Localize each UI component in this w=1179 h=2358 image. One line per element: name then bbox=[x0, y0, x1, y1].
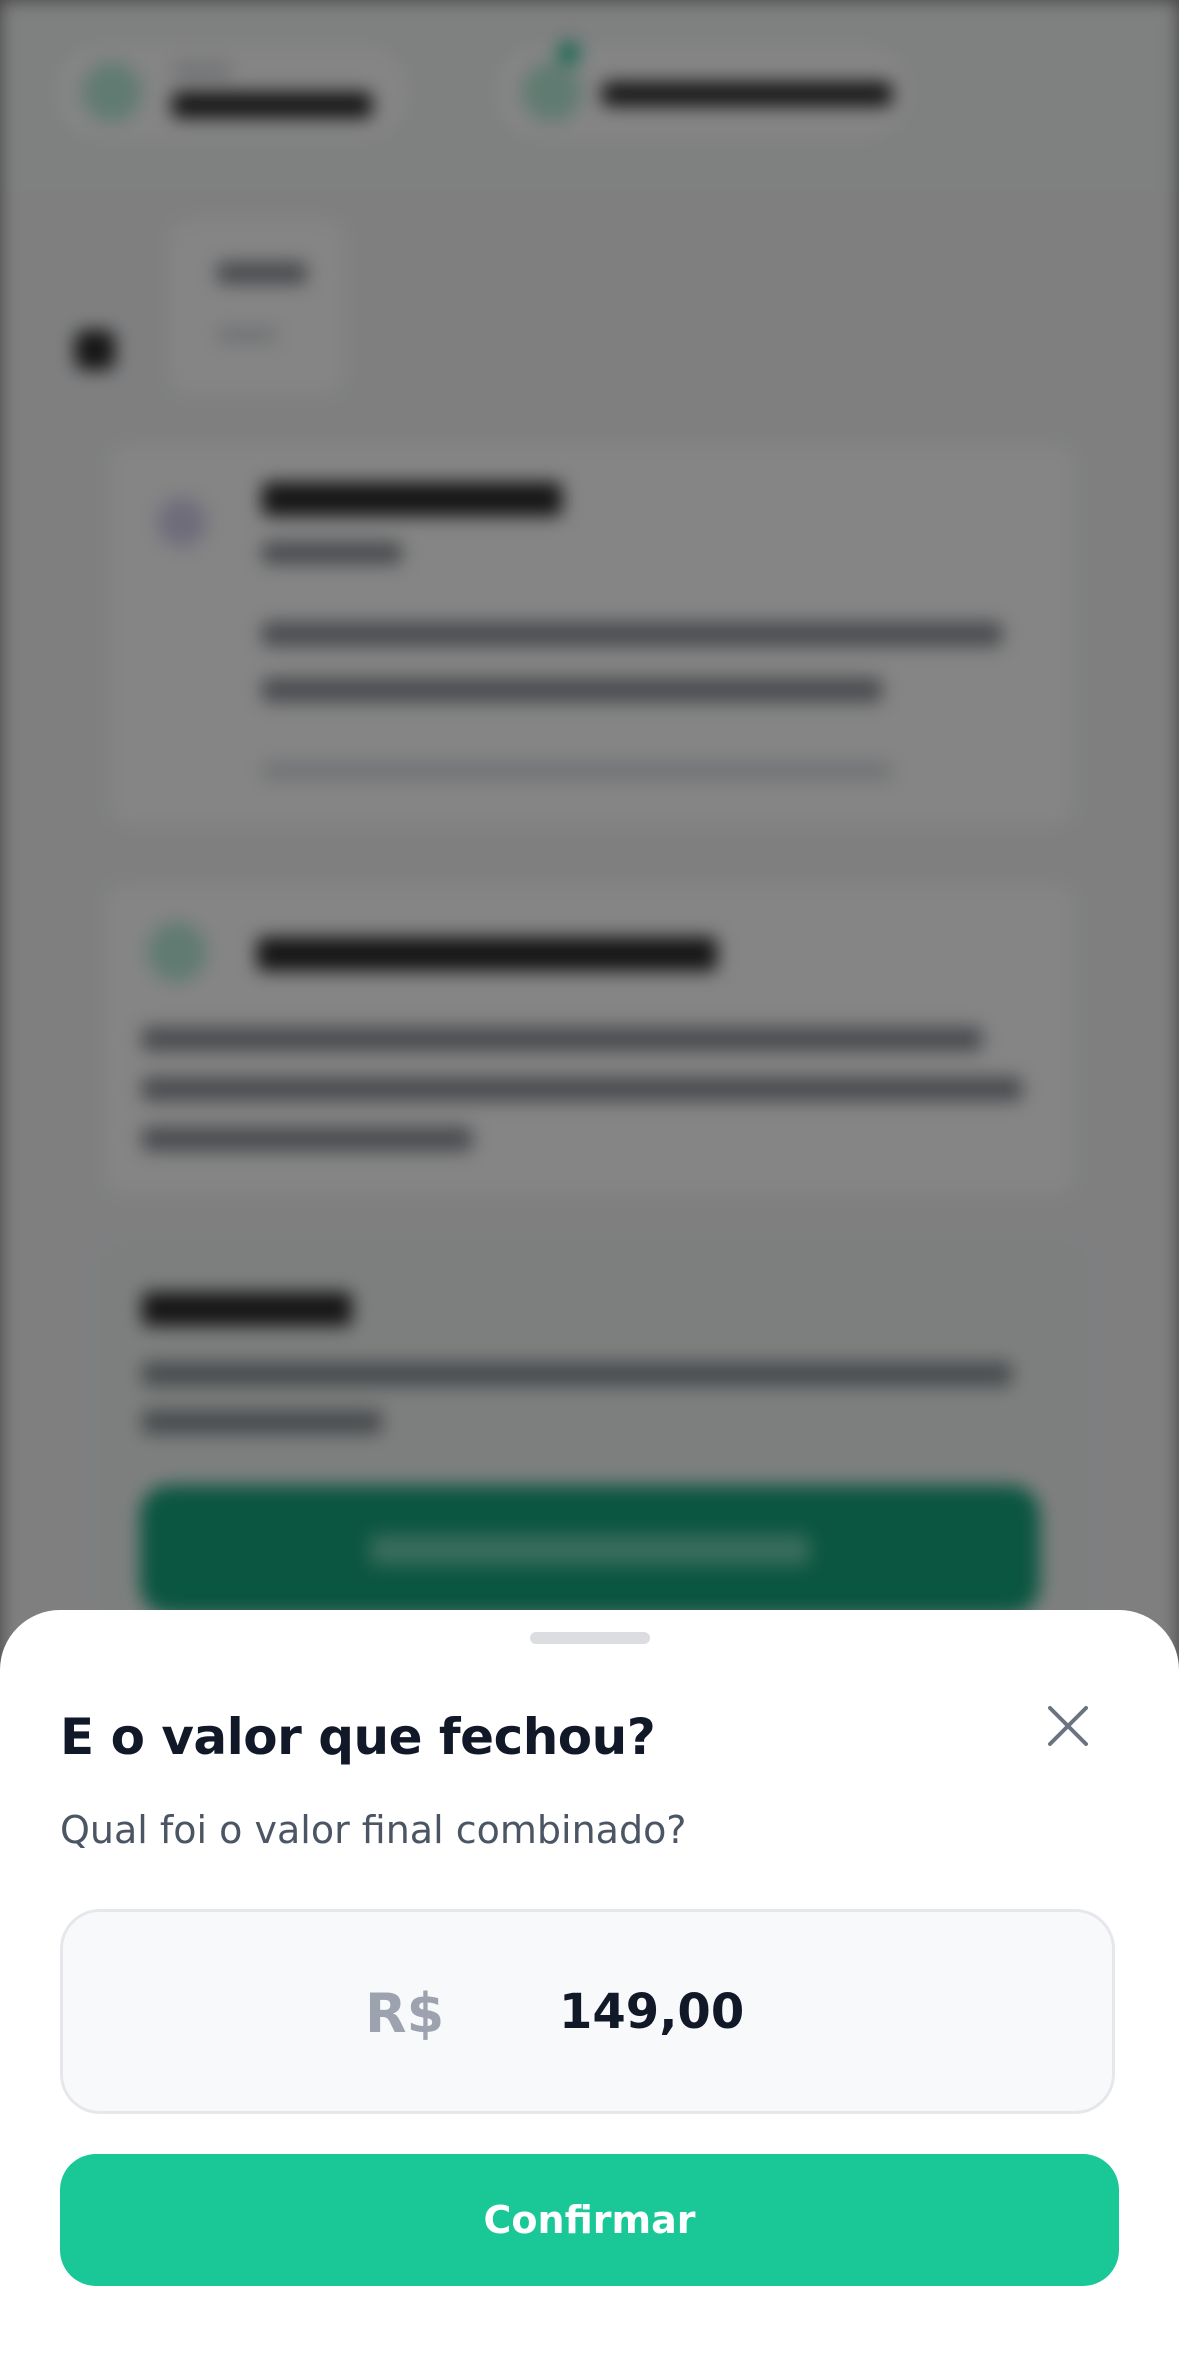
bottom-sheet: E o valor que fechou? Qual foi o valor f… bbox=[0, 1610, 1179, 2358]
close-button[interactable] bbox=[1030, 1688, 1106, 1764]
sheet-grab-handle[interactable] bbox=[530, 1632, 650, 1644]
currency-symbol: R$ bbox=[365, 1982, 445, 2045]
amount-field[interactable]: R$ bbox=[60, 1909, 1115, 2114]
confirm-button[interactable]: Confirmar bbox=[60, 2154, 1119, 2286]
sheet-subtitle: Qual foi o valor final combinado? bbox=[60, 1808, 687, 1852]
screen: E o valor que fechou? Qual foi o valor f… bbox=[0, 0, 1179, 2358]
amount-input[interactable] bbox=[559, 1972, 979, 2052]
sheet-title: E o valor que fechou? bbox=[60, 1708, 656, 1766]
close-icon bbox=[1048, 1706, 1088, 1746]
